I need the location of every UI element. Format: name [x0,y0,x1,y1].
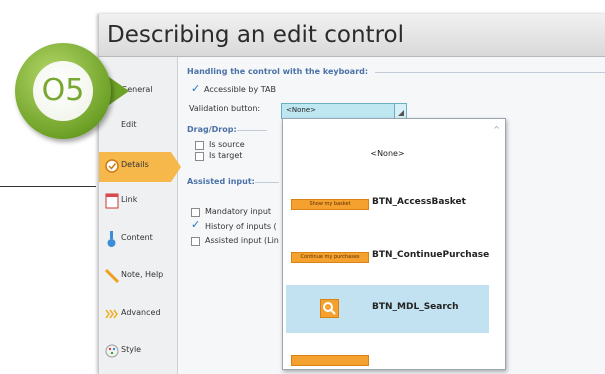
sidebar-item-edit[interactable]: Edit [99,112,177,142]
sidebar-item-note-help[interactable]: Note, Help [99,262,177,292]
content-icon [107,231,116,247]
scroll-up-icon[interactable]: ^ [493,125,500,134]
accessible-by-tab-label[interactable]: Accessible by TAB [204,85,276,94]
sidebar-item-details[interactable]: Details [99,152,181,182]
is-target-checkbox[interactable] [195,152,204,161]
sidebar-item-advanced[interactable]: Advanced [99,300,177,330]
check-icon: ✓ [191,218,201,231]
sidebar-item-link[interactable]: Link [99,187,177,217]
assisted-input-label: Assisted input (Lin [205,236,279,245]
sidebar-item-label: Style [121,345,142,354]
details-icon [105,159,119,173]
dropdown-item-access-basket[interactable]: Show my basket BTN_AccessBasket [286,180,489,228]
validation-button-label: Validation button: [189,104,261,113]
sidebar-item-content[interactable]: Content [99,225,177,255]
title-bar: Describing an edit control [99,14,605,57]
assisted-section-title: Assisted input: [187,177,255,186]
assisted-input-checkbox[interactable] [191,237,200,246]
section-divider [375,72,605,73]
dropdown-item-label: BTN_MDL_Search [372,302,459,312]
style-icon [105,344,119,358]
section-divider [255,182,279,183]
validation-button-dropdown[interactable]: ^ <None> Show my basket BTN_AccessBasket… [282,118,506,370]
mandatory-input-label: Mandatory input [205,207,272,216]
mandatory-input-checkbox[interactable] [191,208,200,217]
is-target-label: Is target [209,151,243,160]
button-preview: Continue my purchases [291,252,369,263]
is-source-label: Is source [209,140,245,149]
sidebar-item-label: Content [121,233,153,242]
link-icon [105,193,119,209]
chevron-down-icon[interactable] [394,104,406,118]
check-icon: ✓ [191,82,201,95]
advanced-icon [105,309,118,319]
dragdrop-section-title: Drag/Drop: [187,125,237,134]
keyboard-section-title: Handling the control with the keyboard: [187,67,369,76]
dropdown-item-label: <None> [370,149,405,158]
dropdown-item-label: BTN_AccessBasket [372,197,466,207]
is-source-checkbox[interactable] [195,141,204,150]
sidebar-item-label: Advanced [121,308,161,317]
dropdown-item-label: BTN_ContinuePurchase [372,250,490,260]
divider [0,186,96,187]
history-of-inputs-label[interactable]: History of inputs ( [205,222,277,231]
search-icon [320,299,339,318]
dropdown-item-continue-purchase[interactable]: Continue my purchases BTN_ContinuePurcha… [286,233,489,281]
combo-value: <None> [286,106,316,114]
button-preview [291,355,369,366]
validation-button-combo[interactable]: <None> [281,103,407,119]
section-divider [237,130,267,131]
sidebar-item-label: Details [121,160,149,169]
step-number: O5 [41,73,85,108]
window-title: Describing an edit control [107,22,404,48]
sidebar-item-label: Note, Help [121,270,164,279]
button-preview: Show my basket [291,199,369,210]
sidebar-item-label: Edit [121,120,137,129]
sidebar-item-label: Link [121,195,138,204]
sidebar-item-style[interactable]: Style [99,337,177,367]
dropdown-item-none[interactable]: <None> [286,125,489,173]
dropdown-item-mdl-search[interactable]: BTN_MDL_Search [286,285,489,333]
dropdown-item-partial[interactable] [286,351,489,366]
note-icon [105,268,119,284]
